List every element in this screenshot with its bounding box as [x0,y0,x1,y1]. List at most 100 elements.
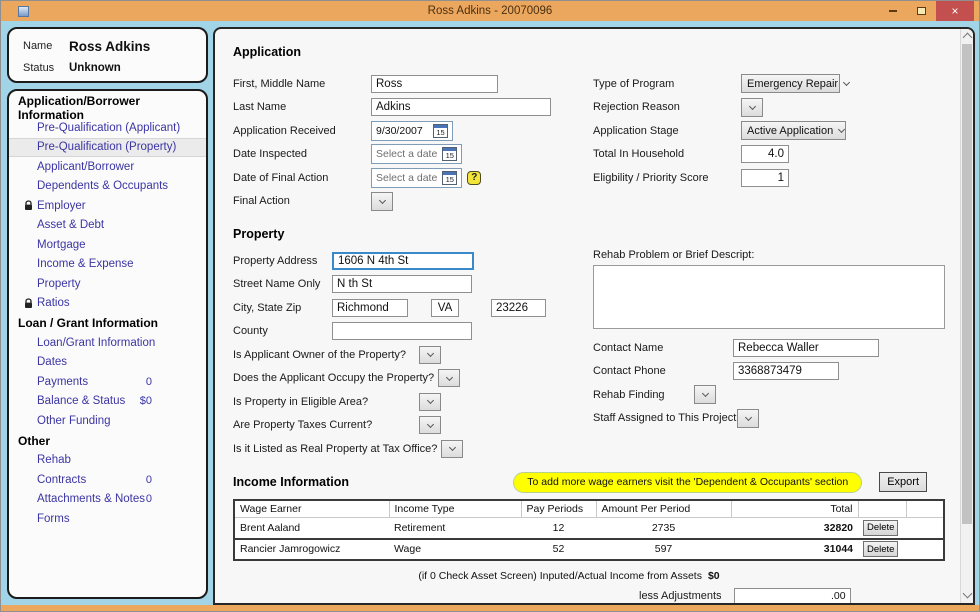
real-property-question-dropdown[interactable] [441,439,464,458]
sidebar-item-balance-status[interactable]: Balance & Status $0 [9,392,206,412]
scroll-down-icon[interactable] [962,588,973,599]
application-heading: Application [233,45,302,59]
rehab-finding-dropdown[interactable] [694,385,716,405]
profile-panel: Name Ross Adkins Status Unknown [7,27,208,83]
nav-header-loan-grant: Loan / Grant Information [18,316,158,330]
less-adjustments-label: less Adjustments [639,589,722,602]
contact-name-label: Contact Name [593,341,664,354]
sidebar-item-income-expense[interactable]: Income & Expense [9,255,206,275]
chevron-down-icon [426,350,434,358]
total-household-input[interactable] [741,145,789,164]
sidebar-item-dates[interactable]: Dates [9,353,206,373]
sidebar-item-contracts[interactable]: Contracts 0 [9,470,206,490]
county-input[interactable] [332,322,472,341]
sidebar-item-dependents[interactable]: Dependents & Occupants [9,177,206,197]
sidebar-item-rehab[interactable]: Rehab [9,451,206,471]
first-middle-name-input[interactable] [371,74,498,93]
status-label: Status [23,62,55,74]
taxes-current-question-dropdown[interactable] [419,416,441,435]
owner-question-dropdown[interactable] [419,345,441,364]
application-received-datepicker[interactable]: 9/30/2007 15 [371,120,453,141]
last-name-input[interactable] [371,98,551,117]
owner-question-label: Is Applicant Owner of the Property? [233,348,407,361]
payments-count: 0 [145,375,152,388]
sidebar-item-forms[interactable]: Forms [9,509,206,529]
zip-input[interactable] [491,298,546,317]
chevron-down-icon [445,373,453,381]
sidebar-item-prequal-property[interactable]: Pre-Qualification (Property) [9,137,206,157]
date-inspected-label: Date Inspected [233,148,307,161]
rejection-reason-dropdown[interactable] [741,97,763,117]
eligible-area-question-dropdown[interactable] [419,392,441,411]
contact-phone-label: Contact Phone [593,365,666,378]
type-of-program-label: Type of Program [593,77,675,90]
street-name-input[interactable] [332,275,472,294]
eligibility-score-label: Eligbility / Priority Score [593,171,709,184]
rehab-problem-textarea[interactable] [593,265,945,329]
contact-name-input[interactable] [733,338,879,357]
chevron-down-icon [448,444,456,452]
wage-earner-notice: To add more wage earners visit the 'Depe… [513,471,863,493]
maximize-button[interactable] [907,1,936,21]
scroll-up-icon[interactable] [962,32,973,43]
vertical-scrollbar[interactable] [960,29,973,603]
sidebar-item-mortgage[interactable]: Mortgage [9,235,206,255]
sidebar-item-other-funding[interactable]: Other Funding [9,411,206,431]
city-state-zip-label: City, State Zip [233,301,302,314]
application-stage-label: Application Stage [593,124,679,137]
property-address-input[interactable] [332,251,474,270]
sidebar-item-ratios[interactable]: Ratios [9,294,206,314]
lock-icon [24,200,33,211]
col-actions [858,499,907,518]
date-inspected-datepicker[interactable]: Select a date 15 [371,144,463,165]
calendar-icon: 15 [433,123,448,138]
delete-button[interactable]: Delete [863,541,899,557]
final-action-dropdown[interactable] [371,191,393,211]
sidebar-item-loan-grant-info[interactable]: Loan/Grant Information [9,333,206,353]
assets-income-value: $0 [707,569,720,582]
nav-panel: Application/Borrower Information Pre-Qua… [7,89,208,599]
chevron-down-icon [701,390,709,398]
date-final-action-datepicker[interactable]: Select a date 15 [371,167,463,188]
export-button[interactable]: Export [879,472,927,492]
last-name-label: Last Name [233,101,287,114]
contact-phone-input[interactable] [733,362,839,381]
staff-assigned-label: Staff Assigned to This Project [593,412,737,425]
minimize-button[interactable] [878,1,907,21]
chevron-down-icon [838,126,846,134]
balance-count: $0 [139,395,152,408]
close-icon: × [951,4,959,18]
sidebar-item-employer[interactable]: Employer [9,196,206,216]
county-label: County [233,325,268,338]
sidebar-item-asset-debt[interactable]: Asset & Debt [9,216,206,236]
city-input[interactable] [332,298,408,317]
total-household-label: Total In Household [593,148,685,161]
sidebar-item-applicant-borrower[interactable]: Applicant/Borrower [9,157,206,177]
final-action-label: Final Action [233,195,290,208]
col-wage-earner: Wage Earner [234,499,390,518]
sidebar-item-property[interactable]: Property [9,274,206,294]
sidebar: Name Ross Adkins Status Unknown Applicat… [1,21,213,605]
staff-assigned-dropdown[interactable] [737,408,759,428]
application-received-label: Application Received [233,124,336,137]
name-label: Name [23,40,53,52]
application-stage-dropdown[interactable]: Active Application [741,121,846,141]
assets-income-line: (if 0 Check Asset Screen) Inputed/Actual… [418,569,720,582]
date-final-action-label: Date of Final Action [233,171,329,184]
sidebar-item-attachments[interactable]: Attachments & Notes 0 [9,490,206,510]
sidebar-item-payments[interactable]: Payments 0 [9,372,206,392]
occupy-question-dropdown[interactable] [438,369,461,388]
eligibility-score-input[interactable] [741,168,789,187]
less-adjustments-input[interactable] [733,587,851,603]
sidebar-item-prequal-applicant[interactable]: Pre-Qualification (Applicant) [9,118,206,138]
scrollbar-thumb[interactable] [962,44,972,524]
chevron-down-icon [426,420,434,428]
main-content: Application First, Middle Name Last Name… [213,27,975,605]
help-icon[interactable]: ? [467,170,482,185]
close-button[interactable]: × [936,1,974,21]
type-of-program-dropdown[interactable]: Emergency Repair [741,74,851,94]
state-input[interactable] [431,298,459,317]
delete-button[interactable]: Delete [863,519,899,536]
col-pay-periods: Pay Periods [521,499,597,518]
title-bar: Ross Adkins - 20070096 × [1,1,979,21]
